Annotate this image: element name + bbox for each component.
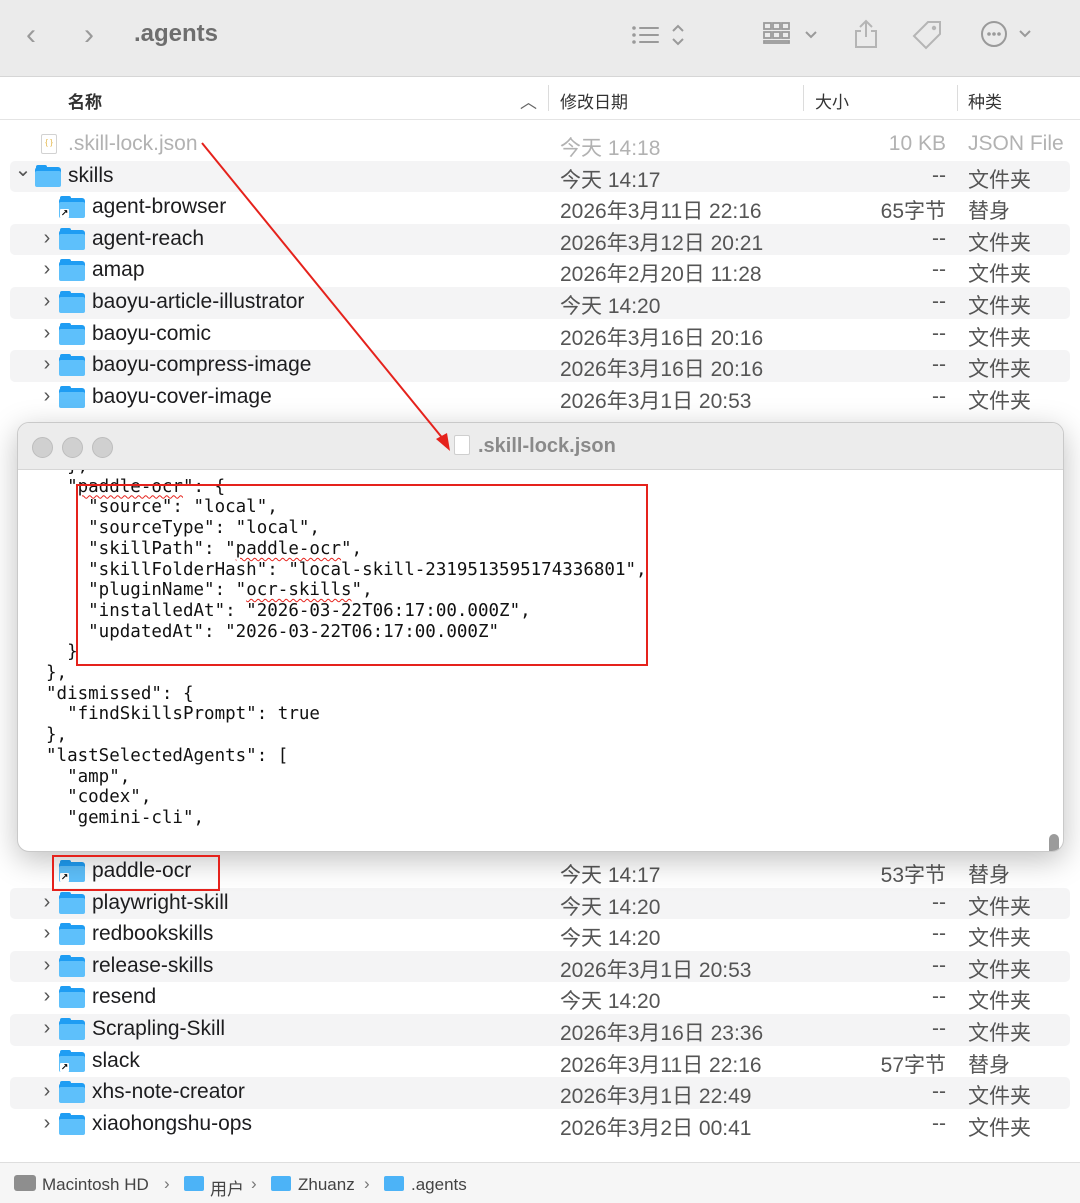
path-item-users[interactable]: 用户 bbox=[210, 1175, 244, 1200]
path-bar: Macintosh HD › 用户 › Zhuanz › .agents bbox=[0, 1162, 1080, 1203]
annotation-arrow bbox=[201, 142, 450, 451]
folder-icon bbox=[384, 1176, 404, 1191]
folder-icon bbox=[184, 1176, 204, 1191]
hard-drive-icon bbox=[14, 1175, 36, 1191]
folder-icon bbox=[271, 1176, 291, 1191]
path-item-agents[interactable]: .agents bbox=[411, 1175, 467, 1195]
path-item-macintosh-hd[interactable]: Macintosh HD bbox=[42, 1175, 149, 1195]
path-item-zhuanz[interactable]: Zhuanz bbox=[298, 1175, 355, 1195]
